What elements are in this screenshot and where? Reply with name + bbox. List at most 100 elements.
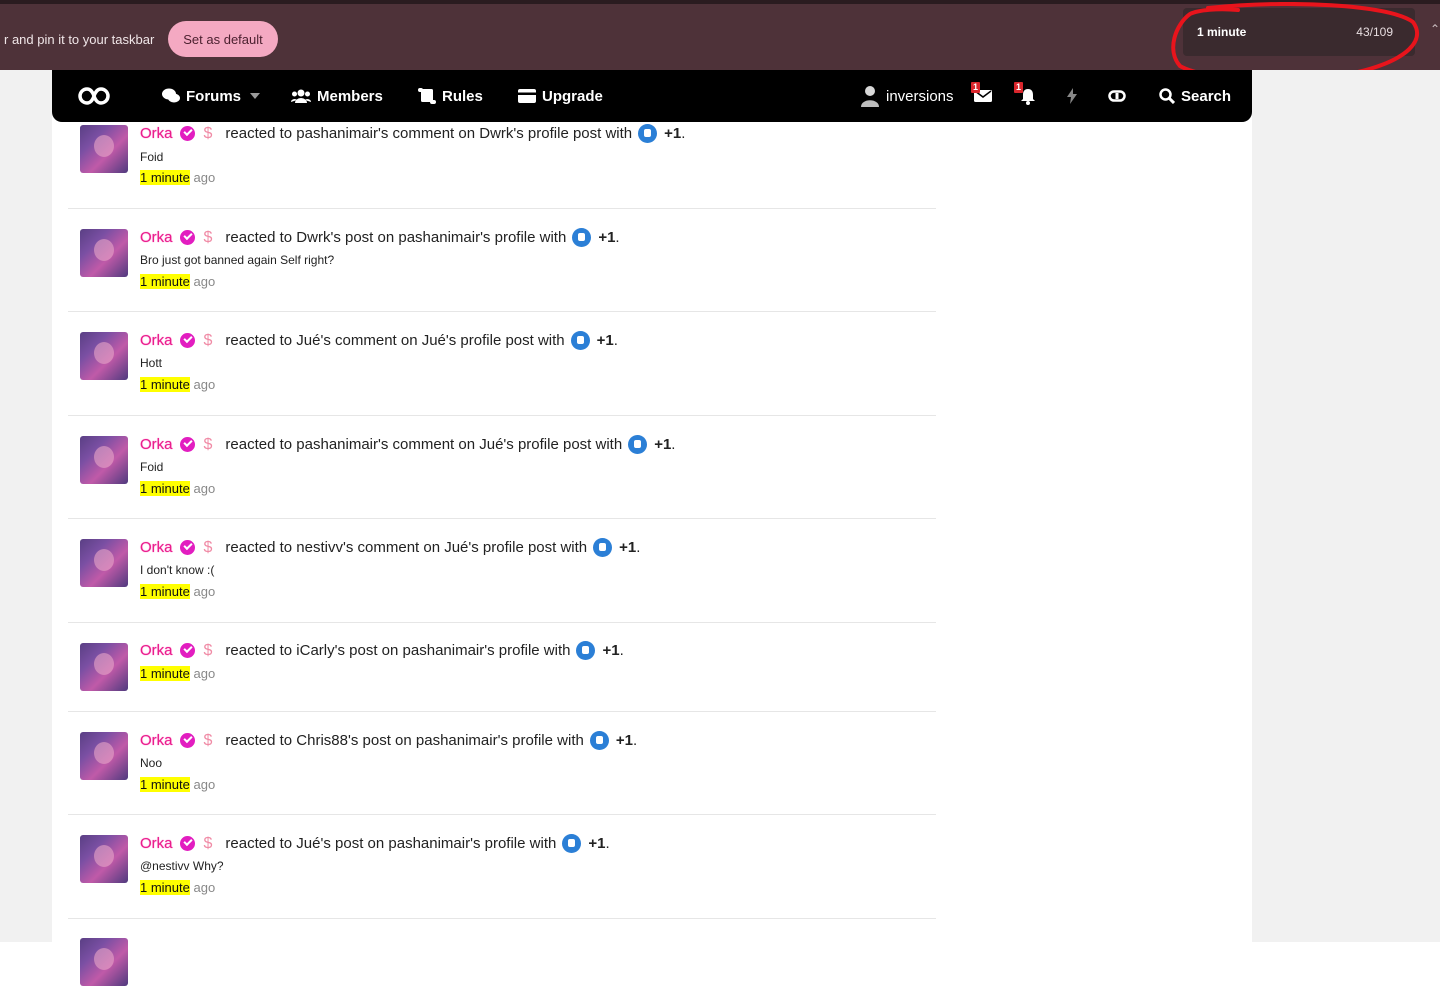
timestamp: 1 minute ago (140, 170, 216, 185)
content-snippet: @nestivv Why? (140, 859, 224, 873)
nav-members[interactable]: Members (291, 70, 383, 122)
reaction-description[interactable]: reacted to pashanimair's comment on Dwrk… (225, 125, 632, 142)
verified-badge-icon (179, 230, 195, 245)
feed-item-headline: Orka $ reacted to Dwrk's post on pashani… (140, 228, 620, 247)
main-navbar: Forums Members Rules Upgrade inversions (52, 70, 1252, 122)
inbox-count-badge: 1 (971, 82, 980, 93)
timestamp: 1 minute ago (140, 584, 216, 599)
user-avatar[interactable] (80, 732, 128, 780)
username-link[interactable]: Orka (140, 835, 173, 852)
verified-badge-icon (179, 643, 195, 658)
verified-badge-icon (179, 836, 195, 851)
reaction-description[interactable]: reacted to Jué's post on pashanimair's p… (225, 835, 556, 852)
user-avatar[interactable] (80, 643, 128, 691)
user-account-menu[interactable]: inversions (860, 70, 954, 122)
find-term[interactable]: 1 minute (1197, 25, 1246, 39)
inbox-button[interactable] (974, 70, 992, 122)
site-logo[interactable] (78, 70, 110, 122)
lightning-bolt-icon (1067, 88, 1077, 104)
toggle-loop-icon (1108, 90, 1126, 102)
dollar-sign-icon: $ (203, 834, 213, 852)
user-avatar[interactable] (80, 229, 128, 277)
find-in-page-bar: 1 minute 43/109 (1183, 8, 1415, 56)
set-as-default-button[interactable]: Set as default (168, 21, 278, 57)
feed-item-headline: Orka $ reacted to pashanimair's comment … (140, 124, 686, 143)
reaction-description[interactable]: reacted to iCarly's post on pashanimair'… (225, 642, 570, 659)
like-reaction-icon (628, 435, 648, 454)
reaction-description[interactable]: reacted to pashanimair's comment on Jué'… (225, 436, 622, 453)
dollar-sign-icon: $ (203, 124, 213, 142)
alerts-count-badge: 1 (1014, 82, 1023, 93)
timestamp-highlight: 1 minute (140, 880, 190, 895)
nav-upgrade[interactable]: Upgrade (518, 70, 603, 122)
dollar-sign-icon: $ (203, 641, 213, 659)
feed-item: Orka $ reacted to Jué's post on pashanim… (68, 814, 936, 919)
timestamp-highlight: 1 minute (140, 666, 190, 681)
timestamp: 1 minute ago (140, 377, 216, 392)
timestamp-highlight: 1 minute (140, 777, 190, 792)
content-snippet: Hott (140, 356, 163, 370)
dollar-sign-icon: $ (203, 331, 213, 349)
username-link[interactable]: Orka (140, 436, 173, 453)
like-reaction-icon (638, 124, 658, 143)
timestamp-highlight: 1 minute (140, 274, 190, 289)
reaction-description[interactable]: reacted to Jué's comment on Jué's profil… (225, 332, 564, 349)
reaction-label: +1 (664, 125, 682, 142)
user-avatar[interactable] (80, 125, 128, 173)
username-link[interactable]: Orka (140, 332, 173, 349)
timestamp-highlight: 1 minute (140, 584, 190, 599)
user-avatar[interactable] (80, 938, 128, 986)
username-link[interactable]: Orka (140, 732, 173, 749)
credit-card-icon (518, 89, 536, 103)
alerts-button[interactable] (1020, 70, 1036, 122)
find-previous-icon[interactable]: ⌃ (1430, 22, 1440, 36)
user-avatar[interactable] (80, 539, 128, 587)
timestamp-highlight: 1 minute (140, 377, 190, 392)
content-snippet: Foid (140, 460, 164, 474)
user-avatar[interactable] (80, 835, 128, 883)
feed-item: Orka $ reacted to Chris88's post on pash… (68, 711, 936, 815)
theme-toggle-button[interactable] (1108, 70, 1126, 122)
banner-text: r and pin it to your taskbar (4, 32, 155, 47)
nav-rules[interactable]: Rules (418, 70, 483, 122)
verified-badge-icon (179, 437, 195, 452)
reaction-label: +1 (619, 539, 637, 556)
reaction-label: +1 (598, 229, 616, 246)
caret-down-icon (250, 93, 260, 99)
verified-badge-icon (179, 540, 195, 555)
reaction-label: +1 (602, 642, 620, 659)
dollar-sign-icon: $ (203, 228, 213, 246)
user-avatar[interactable] (80, 436, 128, 484)
feed-item: Orka $ reacted to pashanimair's comment … (68, 415, 936, 519)
find-match-count: 43/109 (1356, 25, 1393, 39)
username-link[interactable]: Orka (140, 229, 173, 246)
username-link[interactable]: Orka (140, 125, 173, 142)
reaction-label: +1 (615, 732, 633, 749)
feed-item-headline: Orka $ reacted to Jué's comment on Jué's… (140, 331, 618, 350)
timestamp: 1 minute ago (140, 880, 216, 895)
infinity-logo-icon (78, 87, 110, 105)
feed-item-partial (68, 918, 936, 986)
timestamp: 1 minute ago (140, 666, 216, 681)
chat-bubbles-icon (162, 88, 180, 103)
feed-item: Orka $ reacted to pashanimair's comment … (68, 122, 936, 209)
user-avatar-icon (861, 86, 879, 107)
dollar-sign-icon: $ (203, 538, 213, 556)
user-avatar[interactable] (80, 332, 128, 380)
nav-forums-label: Forums (186, 87, 242, 105)
timestamp: 1 minute ago (140, 274, 216, 289)
nav-forums[interactable]: Forums (162, 70, 241, 122)
search-button[interactable]: Search (1159, 70, 1231, 122)
content-snippet: I don't know :( (140, 563, 215, 577)
dollar-sign-icon: $ (203, 435, 213, 453)
page-gutter-left (0, 70, 52, 942)
reaction-description[interactable]: reacted to Chris88's post on pashanimair… (225, 732, 583, 749)
reaction-description[interactable]: reacted to nestivv's comment on Jué's pr… (225, 539, 587, 556)
username-link[interactable]: Orka (140, 642, 173, 659)
content-snippet: Bro just got banned again Self right? (140, 253, 335, 267)
whats-new-button[interactable] (1067, 70, 1077, 122)
username-link[interactable]: Orka (140, 539, 173, 556)
reaction-description[interactable]: reacted to Dwrk's post on pashanimair's … (225, 229, 566, 246)
timestamp-highlight: 1 minute (140, 481, 190, 496)
forums-dropdown-toggle[interactable] (250, 70, 260, 122)
